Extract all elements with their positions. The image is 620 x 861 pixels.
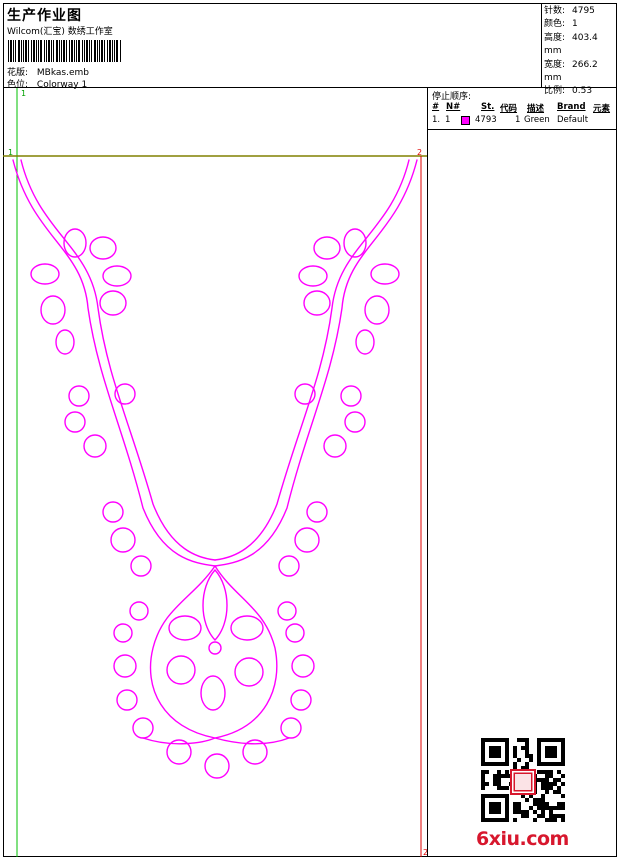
- marker-top-left: 1: [21, 89, 26, 98]
- header: 生产作业图 Wilcom(汇宝) 数绣工作室 花版: MBkas.emb 色位:…: [3, 3, 617, 96]
- stat-colors: 颜色: 1: [544, 19, 578, 30]
- col-index: #: [432, 102, 440, 112]
- stat-height: 高度: 403.4 mm: [544, 32, 598, 57]
- row-number: 1: [445, 115, 451, 125]
- left-upper-flower: [30, 228, 132, 355]
- studio-subtitle: Wilcom(汇宝) 数绣工作室: [7, 27, 113, 37]
- bottom-loop-chain: [113, 565, 315, 779]
- col-code: 代码: [500, 104, 518, 114]
- stops-separator: [428, 129, 617, 130]
- right-upper-flower: [298, 228, 400, 355]
- right-outer-rail: [214, 159, 418, 567]
- stat-stitches: 针数: 4795: [544, 6, 595, 16]
- neckline-embroidery: [12, 159, 418, 779]
- right-mid-loops: [278, 383, 366, 577]
- row-description: Green: [524, 115, 550, 125]
- watermark-logo: 6xiu.com: [476, 828, 569, 850]
- col-number: N#: [446, 102, 461, 112]
- left-inner-rail: [20, 159, 216, 561]
- row-stitches: 4793: [475, 115, 497, 125]
- row-code: 1: [515, 115, 521, 125]
- marker-left-mid: 1: [8, 148, 13, 157]
- marker-right-mid: 2: [417, 148, 422, 157]
- barcode: [8, 40, 121, 62]
- stats-panel: 针数: 4795 颜色: 1 高度: 403.4 mm 宽度: 266.2 mm 比例:…: [544, 5, 617, 99]
- right-inner-rail: [214, 159, 410, 561]
- left-outer-rail: [12, 159, 216, 567]
- embroidery-canvas: 1 1 2 2: [3, 88, 428, 857]
- embroidery-design: 1 1 2 2: [3, 88, 428, 857]
- page-title: 生产作业图: [7, 8, 82, 24]
- stops-title: 停止顺序:: [432, 92, 472, 102]
- stops-row: 1. 1 4793 1 Green Default: [428, 115, 617, 128]
- header-divider: [541, 3, 542, 87]
- col-description: 描述: [527, 104, 545, 114]
- col-brand: Brand: [557, 102, 586, 112]
- col-stitches: St.: [481, 102, 495, 112]
- center-flower: [166, 569, 264, 711]
- stat-width: 宽度: 266.2 mm: [544, 59, 598, 84]
- row-index: 1.: [432, 115, 441, 125]
- marker-bottom-right: 2: [423, 848, 427, 857]
- qr-code: [481, 738, 565, 822]
- row-brand: Default: [557, 115, 589, 125]
- left-mid-loops: [64, 383, 152, 577]
- stops-table-header: # N# St. 代码 描述 Brand 元素: [428, 102, 617, 115]
- col-element: 元素: [593, 104, 611, 114]
